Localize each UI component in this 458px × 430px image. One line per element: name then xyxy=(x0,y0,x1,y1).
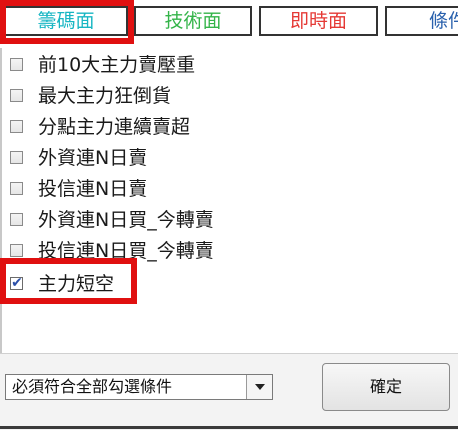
condition-item[interactable]: 外資連N日賣 xyxy=(0,143,300,173)
match-mode-value: 必須符合全部勾選條件 xyxy=(12,377,173,396)
condition-item[interactable]: 投信連N日賣 xyxy=(0,174,300,204)
condition-checkbox[interactable] xyxy=(10,213,23,226)
condition-item[interactable]: 前10大主力賣壓重 xyxy=(0,50,300,80)
confirm-button[interactable]: 確定 xyxy=(322,363,450,411)
dropdown-button[interactable] xyxy=(246,375,272,399)
condition-checkbox[interactable] xyxy=(10,244,23,257)
bottom-panel: 必須符合全部勾選條件 確定 xyxy=(0,353,458,430)
tab-realtime[interactable]: 即時面 xyxy=(259,6,378,36)
condition-checkbox[interactable] xyxy=(10,120,23,133)
tab-conditions[interactable]: 條件 xyxy=(385,6,458,36)
condition-label: 投信連N日買_今轉賣 xyxy=(38,240,214,262)
condition-checkbox[interactable] xyxy=(10,151,23,164)
condition-item-main-short[interactable]: ✔ 主力短空 xyxy=(0,269,300,299)
chevron-down-icon xyxy=(255,384,265,390)
condition-label: 投信連N日賣 xyxy=(38,178,148,200)
tab-bar: 籌碼面 技術面 即時面 條件 xyxy=(0,0,458,48)
condition-checkbox[interactable] xyxy=(10,58,23,71)
condition-label: 最大主力狂倒貨 xyxy=(38,85,172,107)
condition-item[interactable]: 投信連N日買_今轉賣 xyxy=(0,236,300,266)
tab-technical[interactable]: 技術面 xyxy=(134,6,252,36)
tab-chips[interactable]: 籌碼面 xyxy=(4,6,128,36)
condition-label: 外資連N日買_今轉賣 xyxy=(38,209,214,231)
condition-label: 主力短空 xyxy=(38,273,115,295)
condition-label: 外資連N日賣 xyxy=(38,147,148,169)
condition-checkbox-checked[interactable]: ✔ xyxy=(10,275,23,291)
condition-label: 前10大主力賣壓重 xyxy=(38,54,196,76)
condition-item[interactable]: 外資連N日買_今轉賣 xyxy=(0,205,300,235)
condition-checkbox[interactable] xyxy=(10,89,23,102)
condition-item[interactable]: 最大主力狂倒貨 xyxy=(0,81,300,111)
condition-checkbox[interactable] xyxy=(10,182,23,195)
condition-item[interactable]: 分點主力連續賣超 xyxy=(0,112,300,142)
checkmark-icon: ✔ xyxy=(11,275,23,291)
condition-label: 分點主力連續賣超 xyxy=(38,116,191,138)
match-mode-select[interactable]: 必須符合全部勾選條件 xyxy=(5,374,273,400)
